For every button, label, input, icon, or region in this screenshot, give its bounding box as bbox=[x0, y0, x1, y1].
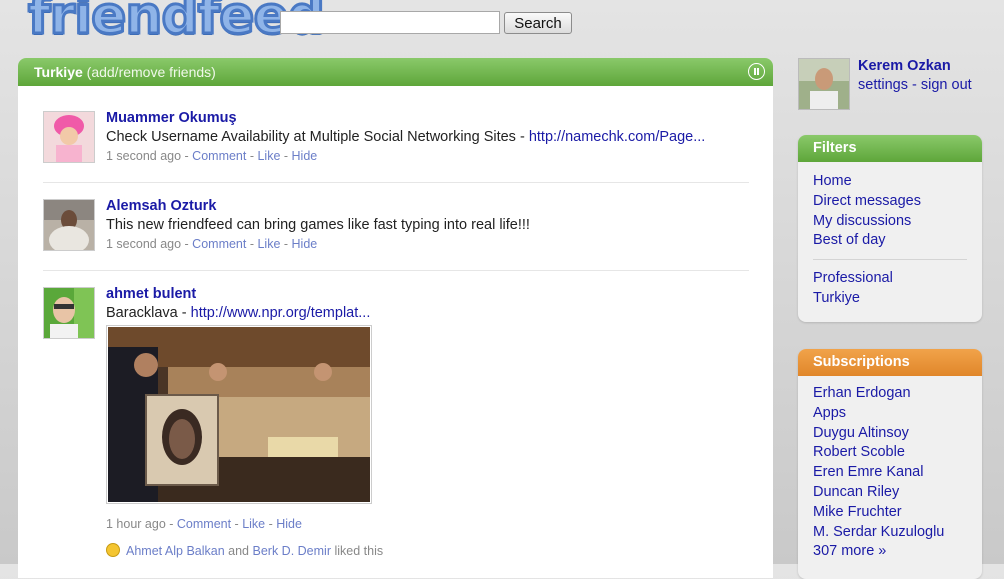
smiley-icon bbox=[106, 543, 120, 557]
panel-header: Turkiye (add/remove friends) bbox=[18, 58, 773, 86]
entry-photo[interactable] bbox=[106, 325, 372, 504]
add-remove-friends-link[interactable]: (add/remove friends) bbox=[87, 64, 216, 80]
hide-link[interactable]: Hide bbox=[276, 517, 302, 531]
avatar[interactable] bbox=[43, 111, 95, 163]
filters-divider bbox=[813, 259, 967, 261]
subscription-item[interactable]: Duncan Riley bbox=[813, 483, 982, 503]
subscription-item[interactable]: Erhan Erdogan bbox=[813, 384, 982, 404]
search-input[interactable] bbox=[280, 11, 500, 34]
search-button[interactable]: Search bbox=[504, 12, 572, 34]
hide-link[interactable]: Hide bbox=[292, 237, 318, 251]
list-professional[interactable]: Professional bbox=[813, 269, 982, 289]
like-link[interactable]: Like bbox=[242, 517, 265, 531]
settings-link[interactable]: settings bbox=[858, 77, 908, 93]
liked-and-text: and bbox=[228, 544, 250, 558]
liked-user-link[interactable]: Berk D. Demir bbox=[253, 544, 331, 558]
avatar[interactable] bbox=[43, 199, 95, 251]
profile-name[interactable]: Kerem Ozkan bbox=[858, 58, 951, 74]
entry-time[interactable]: 1 second ago bbox=[106, 149, 181, 163]
profile-links: settings - sign out bbox=[858, 77, 972, 93]
profile-avatar[interactable] bbox=[798, 58, 850, 110]
subscription-item[interactable]: Robert Scoble bbox=[813, 443, 982, 463]
filter-best-of-day[interactable]: Best of day bbox=[813, 231, 982, 251]
entry-link[interactable]: http://www.npr.org/templat... bbox=[191, 305, 371, 321]
comment-link[interactable]: Comment bbox=[177, 517, 231, 531]
liked-user-link[interactable]: Ahmet Alp Balkan bbox=[126, 544, 225, 558]
filters-box: Filters Home Direct messages My discussi… bbox=[798, 135, 982, 322]
feed-panel: Turkiye (add/remove friends) Muammer Oku… bbox=[18, 58, 773, 578]
subscription-item[interactable]: M. Serdar Kuzuloglu bbox=[813, 523, 982, 543]
filter-my-discussions[interactable]: My discussions bbox=[813, 212, 982, 232]
like-link[interactable]: Like bbox=[257, 149, 280, 163]
entry-divider bbox=[43, 182, 749, 183]
more-subscriptions-link[interactable]: 307 more » bbox=[813, 542, 982, 562]
subscriptions-list: Erhan Erdogan Apps Duygu Altinsoy Robert… bbox=[798, 376, 982, 562]
subscription-item[interactable]: Eren Emre Kanal bbox=[813, 463, 982, 483]
hide-link[interactable]: Hide bbox=[292, 149, 318, 163]
liked-suffix-text: liked this bbox=[334, 544, 384, 558]
entry-text-content: Baracklava - bbox=[106, 305, 191, 321]
comment-link[interactable]: Comment bbox=[192, 237, 246, 251]
filter-direct-messages[interactable]: Direct messages bbox=[813, 192, 982, 212]
entry-text-content: Check Username Availability at Multiple … bbox=[106, 129, 529, 145]
entry-meta: 1 hour ago - Comment - Like - Hide bbox=[106, 517, 302, 531]
sign-out-link[interactable]: sign out bbox=[921, 77, 972, 93]
panel-title: Turkiye bbox=[34, 64, 83, 80]
subscription-item[interactable]: Apps bbox=[813, 404, 982, 424]
avatar[interactable] bbox=[43, 287, 95, 339]
entry-time[interactable]: 1 hour ago bbox=[106, 517, 166, 531]
pause-icon[interactable] bbox=[748, 63, 765, 80]
subscriptions-box: Subscriptions Erhan Erdogan Apps Duygu A… bbox=[798, 349, 982, 579]
list-turkiye[interactable]: Turkiye bbox=[813, 289, 982, 309]
entry-divider bbox=[43, 270, 749, 271]
subscriptions-title: Subscriptions bbox=[798, 349, 982, 376]
filters-list: Home Direct messages My discussions Best… bbox=[798, 162, 982, 309]
filters-title: Filters bbox=[798, 135, 982, 162]
subscription-item[interactable]: Duygu Altinsoy bbox=[813, 424, 982, 444]
entry-author[interactable]: ahmet bulent bbox=[106, 286, 749, 302]
like-link[interactable]: Like bbox=[257, 237, 280, 251]
liked-by: Ahmet Alp Balkan and Berk D. Demir liked… bbox=[106, 543, 749, 558]
entry-author[interactable]: Alemsah Ozturk bbox=[106, 198, 749, 214]
subscription-item[interactable]: Mike Fruchter bbox=[813, 503, 982, 523]
entry-time[interactable]: 1 second ago bbox=[106, 237, 181, 251]
entry-text: Baracklava - http://www.npr.org/templat.… bbox=[106, 305, 749, 321]
entry-text-content: This new friendfeed can bring games like… bbox=[106, 217, 530, 233]
comment-link[interactable]: Comment bbox=[192, 149, 246, 163]
entry-author[interactable]: Muammer Okumuş bbox=[106, 110, 749, 126]
filter-home[interactable]: Home bbox=[813, 172, 982, 192]
entry-link[interactable]: http://namechk.com/Page... bbox=[529, 129, 706, 145]
entry-meta: 1 second ago - Comment - Like - Hide bbox=[106, 149, 318, 163]
entry-text: Check Username Availability at Multiple … bbox=[106, 129, 749, 145]
entry-meta: 1 second ago - Comment - Like - Hide bbox=[106, 237, 318, 251]
entry-text: This new friendfeed can bring games like… bbox=[106, 217, 749, 233]
